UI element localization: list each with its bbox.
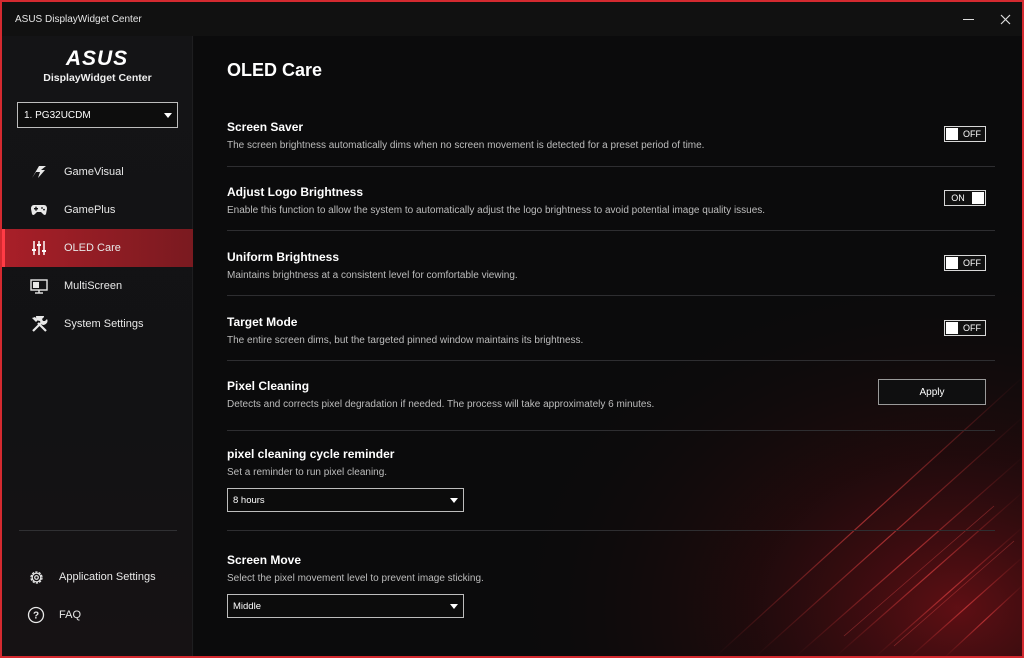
sidebar-item-system-settings[interactable]: System Settings: [2, 305, 193, 343]
target-mode-toggle[interactable]: OFF: [944, 320, 986, 336]
sidebar-item-faq[interactable]: ? FAQ: [2, 596, 193, 634]
setting-adjust-logo-brightness: Adjust Logo Brightness Enable this funct…: [227, 185, 995, 216]
chevron-down-icon: [164, 113, 172, 118]
screen-move-select[interactable]: Middle: [227, 594, 464, 618]
monitor-icon: [30, 277, 48, 295]
minimize-icon: [962, 18, 974, 20]
divider: [227, 360, 995, 361]
sidebar-item-label: Application Settings: [59, 571, 156, 583]
setting-pixel-cleaning-reminder: pixel cleaning cycle reminder Set a remi…: [227, 447, 995, 478]
setting-screen-saver: Screen Saver The screen brightness autom…: [227, 120, 995, 151]
setting-uniform-brightness: Uniform Brightness Maintains brightness …: [227, 250, 995, 281]
divider: [227, 230, 995, 231]
sidebar-item-oled-care[interactable]: OLED Care: [2, 229, 193, 267]
setting-description: The entire screen dims, but the targeted…: [227, 335, 584, 346]
sidebar-item-multiscreen[interactable]: MultiScreen: [2, 267, 193, 305]
divider: [227, 166, 995, 167]
minimize-button[interactable]: [957, 8, 979, 30]
title-bar: ASUS DisplayWidget Center: [2, 2, 1022, 36]
setting-description: Set a reminder to run pixel cleaning.: [227, 467, 388, 478]
uniform-brightness-toggle[interactable]: OFF: [944, 255, 986, 271]
main-panel: OLED Care Screen Saver The screen bright…: [194, 36, 1022, 656]
svg-text:ASUS: ASUS: [65, 48, 128, 68]
select-value: Middle: [233, 600, 261, 612]
sidebar-item-label: OLED Care: [64, 242, 121, 254]
sidebar-item-gamevisual[interactable]: GameVisual: [2, 153, 193, 191]
toggle-state: ON: [951, 193, 965, 203]
toggle-knob: [972, 192, 984, 204]
toggle-state: OFF: [963, 258, 981, 268]
setting-name: Uniform Brightness: [227, 250, 340, 264]
sidebar: ASUS DisplayWidget Center 1. PG32UCDM Ga…: [2, 36, 193, 656]
chevron-down-icon: [450, 604, 458, 609]
divider: [227, 530, 995, 531]
gamevisual-icon: [30, 163, 48, 181]
question-icon: ?: [27, 606, 45, 624]
toggle-knob: [946, 128, 958, 140]
gamepad-icon: [30, 201, 48, 219]
setting-name: Screen Move: [227, 553, 302, 567]
page-title: OLED Care: [227, 60, 323, 80]
sidebar-divider: [19, 530, 177, 531]
screen-saver-toggle[interactable]: OFF: [944, 126, 986, 142]
monitor-select[interactable]: 1. PG32UCDM: [17, 102, 178, 128]
close-icon: [1000, 14, 1010, 24]
app-window: ASUS DisplayWidget Center ASUS DisplayWi…: [0, 0, 1024, 658]
setting-name: pixel cleaning cycle reminder: [227, 447, 395, 461]
close-button[interactable]: [994, 8, 1016, 30]
sidebar-item-label: MultiScreen: [64, 280, 123, 292]
sidebar-item-label: System Settings: [64, 318, 144, 330]
gear-icon: [27, 568, 45, 586]
setting-screen-move: Screen Move Select the pixel movement le…: [227, 553, 995, 584]
sidebar-item-application-settings[interactable]: Application Settings: [2, 558, 193, 596]
monitor-select-value: 1. PG32UCDM: [24, 109, 91, 121]
window-title: ASUS DisplayWidget Center: [15, 13, 142, 25]
setting-name: Screen Saver: [227, 120, 304, 134]
sidebar-item-label: GamePlus: [64, 204, 116, 216]
select-value: 8 hours: [233, 494, 265, 506]
toggle-knob: [946, 322, 958, 334]
chevron-down-icon: [450, 498, 458, 503]
sliders-icon: [30, 239, 48, 257]
setting-description: Maintains brightness at a consistent lev…: [227, 270, 518, 281]
sidebar-item-gameplus[interactable]: GamePlus: [2, 191, 193, 229]
sidebar-item-label: FAQ: [59, 609, 82, 621]
pixel-cleaning-apply-button[interactable]: Apply: [878, 379, 986, 405]
setting-name: Target Mode: [227, 315, 298, 329]
divider: [227, 295, 995, 296]
toggle-state: OFF: [963, 323, 981, 333]
setting-name: Adjust Logo Brightness: [227, 185, 363, 199]
tools-icon: [30, 315, 48, 333]
setting-description: Select the pixel movement level to preve…: [227, 573, 484, 584]
asus-logo: ASUS: [65, 48, 128, 68]
setting-description: The screen brightness automatically dims…: [227, 140, 705, 151]
toggle-knob: [946, 257, 958, 269]
setting-description: Enable this function to allow the system…: [227, 205, 766, 216]
sidebar-item-label: GameVisual: [64, 166, 124, 178]
adjust-logo-brightness-toggle[interactable]: ON: [944, 190, 986, 206]
svg-text:?: ?: [33, 611, 39, 622]
pixel-cleaning-reminder-select[interactable]: 8 hours: [227, 488, 464, 512]
toggle-state: OFF: [963, 129, 981, 139]
brand-name: DisplayWidget Center: [43, 72, 152, 84]
divider: [227, 430, 995, 431]
setting-target-mode: Target Mode The entire screen dims, but …: [227, 315, 995, 346]
